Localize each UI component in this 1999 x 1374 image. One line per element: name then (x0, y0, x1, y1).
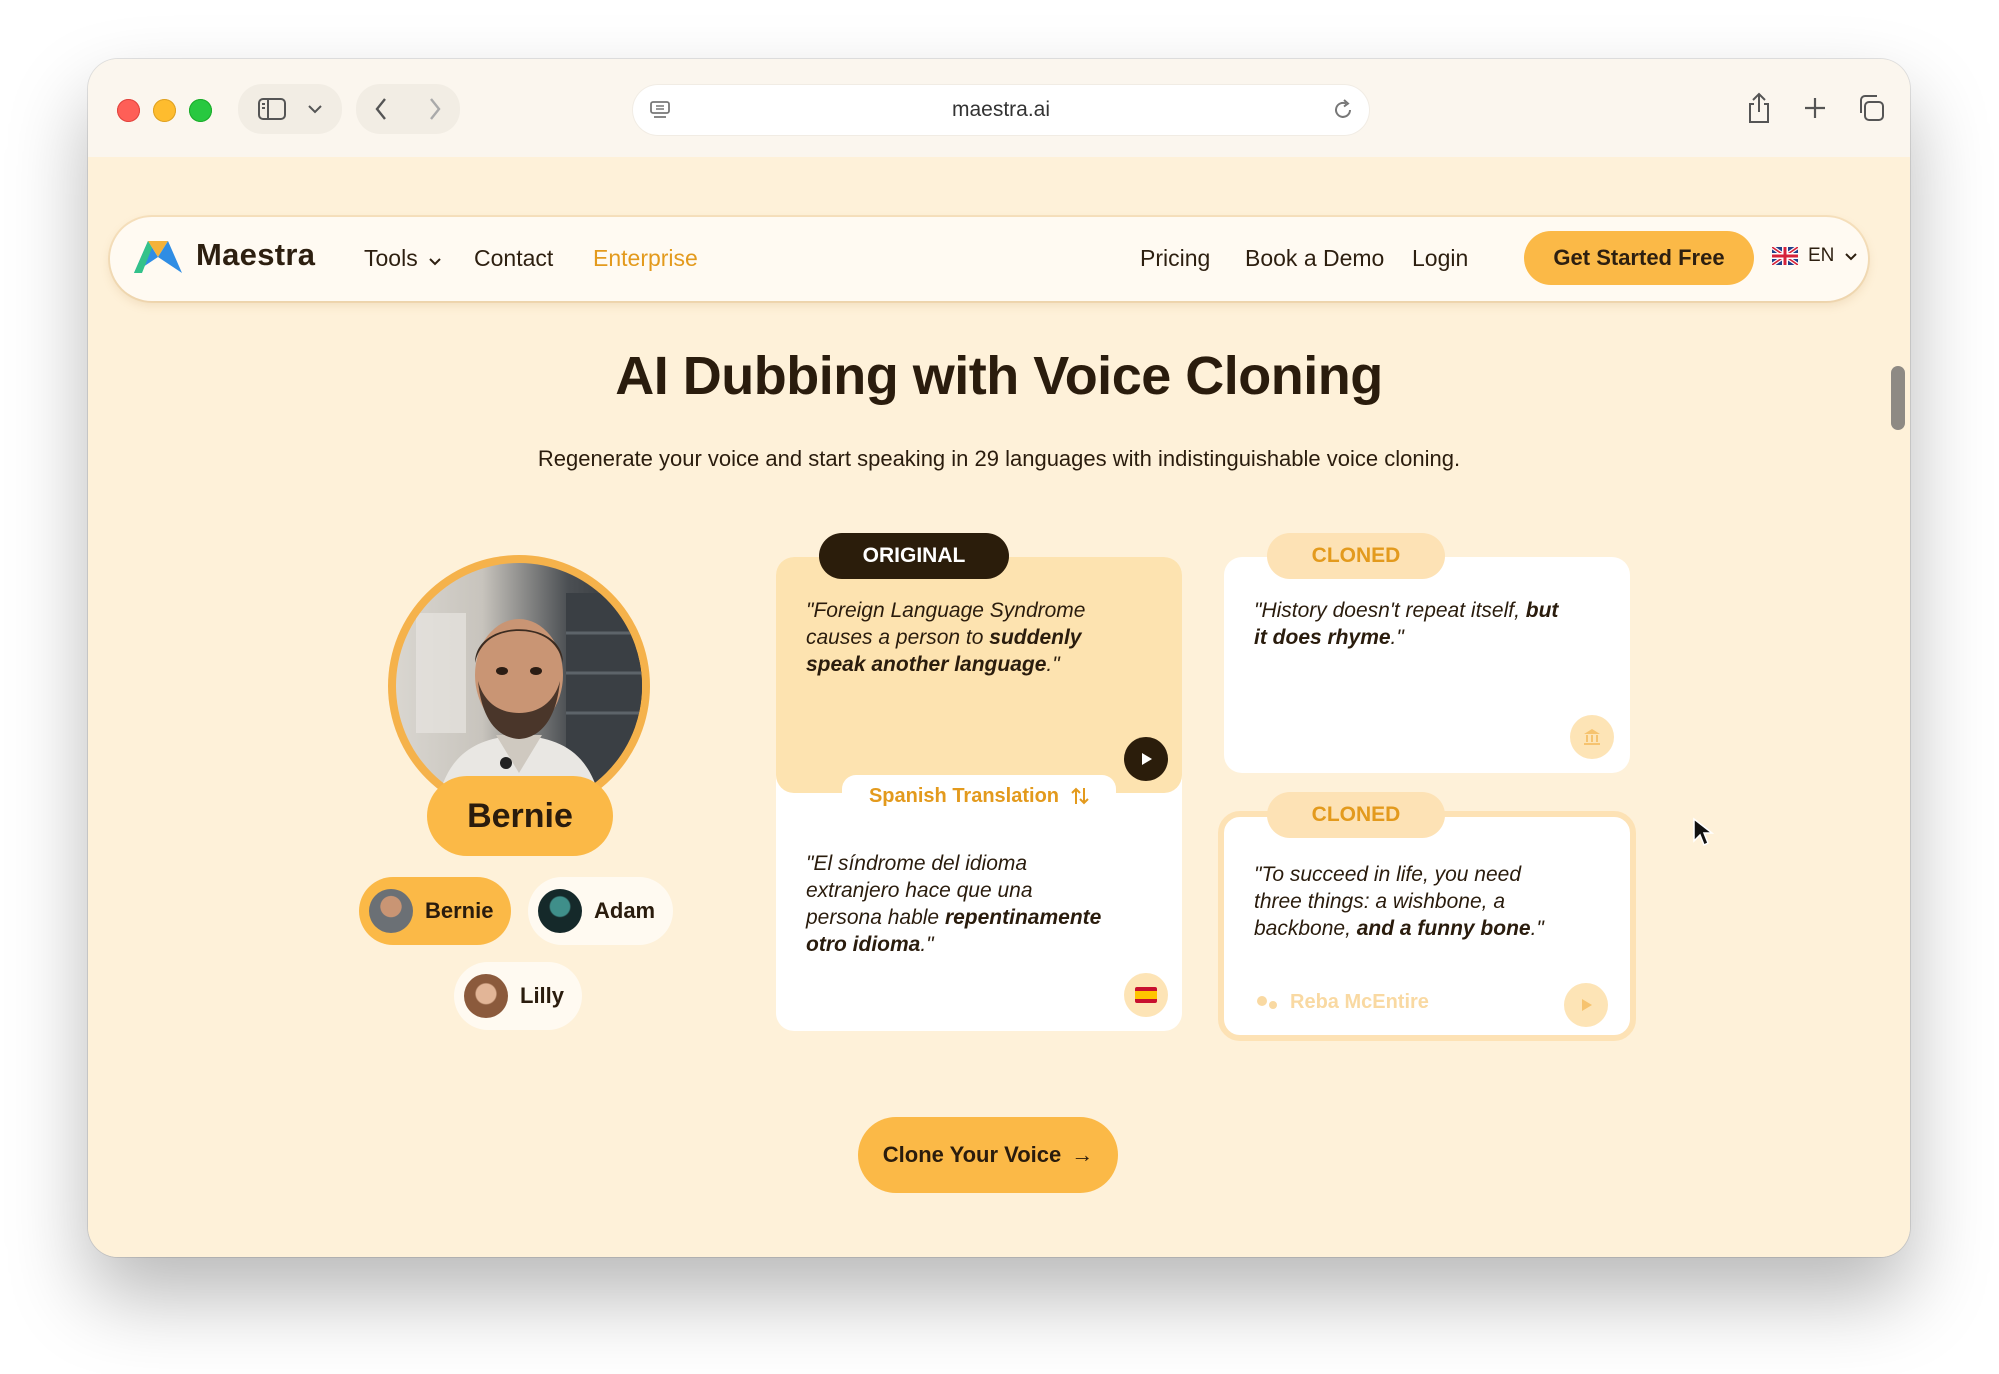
browser-window: maestra.ai Maestra Tools Contact Enterpr… (88, 59, 1910, 1257)
nav-login[interactable]: Login (1412, 245, 1468, 272)
play-icon (1142, 753, 1152, 765)
site-navbar: Maestra Tools Contact Enterprise Pricing… (110, 217, 1868, 301)
chevron-down-icon (308, 105, 322, 114)
translation-toggle[interactable]: Spanish Translation (842, 775, 1116, 817)
cloned-card-1: "History doesn't repeat itself, but it d… (1224, 557, 1630, 773)
play-icon (1582, 999, 1592, 1011)
bernie-avatar (369, 889, 413, 933)
translation-label: Spanish Translation (868, 784, 1060, 807)
nav-contact[interactable]: Contact (474, 245, 553, 272)
share-button[interactable] (1734, 81, 1784, 135)
tab-overview-button[interactable] (1846, 81, 1896, 135)
back-arrow-icon[interactable] (374, 97, 388, 121)
cloned-tag-1: CLONED (1267, 533, 1445, 579)
arrow-right-icon: → (1071, 1142, 1094, 1167)
lilly-avatar (464, 974, 508, 1018)
nav-enterprise[interactable]: Enterprise (593, 245, 698, 272)
cloned-1-speaker-button[interactable] (1570, 715, 1614, 759)
original-tag: ORIGINAL (819, 533, 1009, 579)
language-code: EN (1808, 245, 1835, 266)
original-card: "Foreign Language Syndrome causes a pers… (776, 557, 1182, 1031)
cloned-quote-2: "To succeed in life, you need three thin… (1254, 863, 1544, 940)
voice-option-label: Adam (594, 898, 656, 923)
cloned-tag-2: CLONED (1267, 792, 1445, 838)
speaker-photo (396, 563, 642, 809)
mouse-cursor-icon (1693, 817, 1714, 847)
close-window-button[interactable] (117, 99, 140, 122)
minimize-window-button[interactable] (153, 99, 176, 122)
new-tab-button[interactable] (1790, 81, 1840, 135)
voice-option-bernie[interactable]: Bernie (359, 877, 512, 945)
swap-arrows-icon (1071, 787, 1089, 805)
chevron-down-icon (1845, 252, 1858, 260)
voice-option-adam[interactable]: Adam (528, 877, 674, 945)
maestra-logo[interactable]: Maestra (132, 235, 315, 275)
nav-tools-label: Tools (364, 245, 418, 271)
tabs-icon (1860, 95, 1884, 121)
browser-toolbar: maestra.ai (88, 59, 1910, 157)
sidebar-icon (258, 98, 286, 120)
speaker-portrait (416, 593, 642, 809)
landmark-icon (1584, 729, 1600, 745)
original-play-button[interactable] (1124, 737, 1168, 781)
cloned-quote-1: "History doesn't repeat itself, but it d… (1254, 599, 1559, 649)
voice-option-label: Lilly (520, 983, 565, 1008)
nav-tools[interactable]: Tools (364, 245, 442, 272)
clone-button-label: Clone Your Voice (882, 1142, 1062, 1167)
language-selector[interactable]: EN (1772, 245, 1858, 267)
reload-icon[interactable] (1331, 98, 1355, 122)
cloned-card-2: "To succeed in life, you need three thin… (1218, 811, 1636, 1041)
plus-icon (1805, 98, 1825, 118)
quote-author-icon (1257, 995, 1277, 1009)
adam-avatar (538, 889, 582, 933)
page-subtitle: Regenerate your voice and start speaking… (537, 446, 1461, 471)
maestra-logo-icon (134, 241, 182, 273)
spain-flag-icon (1135, 987, 1157, 1003)
chevron-down-icon (429, 258, 441, 266)
voice-option-lilly[interactable]: Lilly (454, 962, 583, 1030)
cloned-2-play-button[interactable] (1564, 983, 1608, 1027)
original-quote: "Foreign Language Syndrome causes a pers… (806, 599, 1086, 676)
address-bar[interactable]: maestra.ai (633, 85, 1369, 135)
sidebar-toggle-button[interactable] (238, 84, 342, 134)
forward-arrow-icon[interactable] (428, 97, 442, 121)
nav-pricing[interactable]: Pricing (1140, 245, 1210, 272)
translated-quote: "El síndrome del idioma extranjero hace … (806, 852, 1102, 956)
spain-flag-button[interactable] (1124, 973, 1168, 1017)
get-started-button[interactable]: Get Started Free (1524, 231, 1754, 285)
uk-flag-icon (1772, 247, 1798, 265)
brand-name: Maestra (196, 237, 316, 272)
history-nav (356, 84, 460, 134)
voice-option-label: Bernie (425, 898, 494, 923)
url-text: maestra.ai (951, 98, 1051, 121)
quote-author-name: Reba McEntire (1290, 991, 1429, 1013)
page-title: AI Dubbing with Voice Cloning (615, 346, 1383, 406)
share-icon (1749, 92, 1769, 123)
page-content: Maestra Tools Contact Enterprise Pricing… (88, 157, 1910, 1257)
speaker-name-badge: Bernie (427, 776, 613, 856)
nav-book-demo[interactable]: Book a Demo (1245, 245, 1384, 272)
maximize-window-button[interactable] (189, 99, 212, 122)
quote-author: Reba McEntire (1256, 991, 1429, 1014)
clone-your-voice-button[interactable]: Clone Your Voice → (858, 1117, 1118, 1193)
